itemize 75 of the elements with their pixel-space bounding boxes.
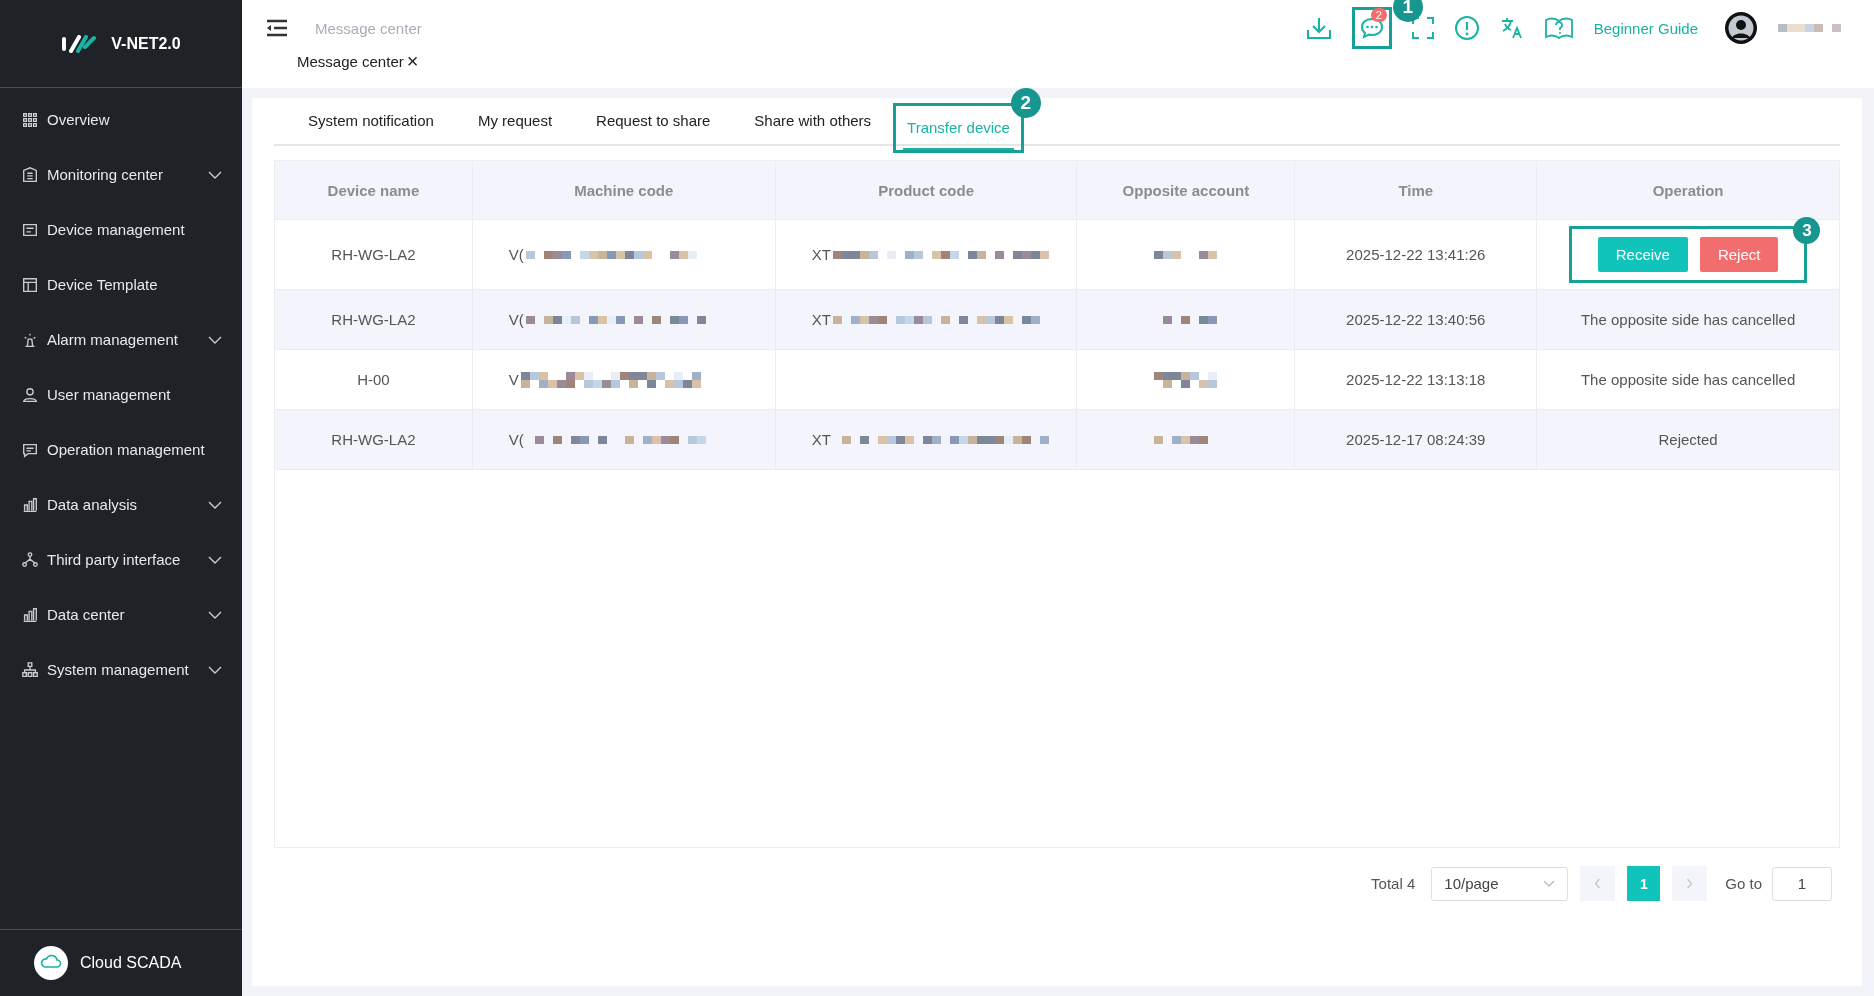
- page-size-select[interactable]: 10/page: [1431, 866, 1569, 901]
- menu-icon[interactable]: [266, 19, 288, 37]
- table-cell: RH-WG-LA2: [331, 311, 416, 328]
- goto-label: Go to: [1725, 875, 1762, 892]
- cloud-icon: [34, 946, 68, 980]
- tab[interactable]: System notification: [286, 98, 456, 144]
- table-cell: RH-WG-LA2: [331, 246, 416, 263]
- table-cell: H-00: [357, 371, 390, 388]
- table-cell: 2025-12-17 08:24:39: [1346, 431, 1486, 448]
- menu-item-icon: [21, 275, 39, 294]
- sidebar-item[interactable]: Monitoring center: [0, 147, 242, 202]
- menu-item-icon: [21, 605, 39, 624]
- menu-item-icon: [21, 110, 39, 129]
- column-header: Opposite account: [1077, 161, 1296, 219]
- page-tag[interactable]: Message center×: [297, 51, 422, 71]
- fullscreen-icon[interactable]: [1411, 17, 1434, 39]
- chevron-down-icon: [208, 610, 222, 619]
- chevron-down-icon: [208, 170, 222, 179]
- sidebar-item[interactable]: User management: [0, 367, 242, 422]
- menu-item-icon: [21, 385, 39, 404]
- chevron-down-icon: [208, 555, 222, 564]
- table-cell: V: [508, 371, 519, 388]
- menu-item-icon: [21, 660, 39, 679]
- menu-item-icon: [21, 550, 39, 569]
- status-text: Rejected: [1658, 431, 1718, 448]
- pixelated-redaction: [1154, 371, 1218, 388]
- download-icon[interactable]: [1305, 16, 1332, 40]
- sidebar-item[interactable]: Data center: [0, 587, 242, 642]
- table-cell: V(: [508, 246, 524, 263]
- menu-item-icon: [21, 165, 39, 184]
- table-cell: V(: [508, 311, 524, 328]
- annotation-badge: 2: [1010, 88, 1041, 118]
- sidebar-item[interactable]: Data analysis: [0, 477, 242, 532]
- chevron-down-icon: [208, 665, 222, 674]
- sidebar-item[interactable]: Alarm management: [0, 312, 242, 367]
- annotation-badge: 1: [1392, 0, 1423, 22]
- table-cell: XT: [811, 431, 831, 448]
- table-cell: V(: [508, 431, 524, 448]
- tab[interactable]: My request: [455, 98, 575, 144]
- table-cell: 2025-12-22 13:41:26: [1346, 246, 1486, 263]
- table-cell: 2025-12-22 13:13:18: [1346, 371, 1486, 388]
- column-header: Operation: [1651, 180, 1725, 201]
- chevron-down-icon: [208, 500, 222, 509]
- notification-badge: 2: [1370, 8, 1387, 22]
- sidebar-item[interactable]: Third party interface: [0, 532, 242, 587]
- logo-icon: [61, 34, 98, 53]
- logo-text: V-NET2.0: [111, 34, 181, 53]
- total-count: Total 4: [1371, 875, 1416, 892]
- info-icon[interactable]: [1453, 15, 1480, 41]
- table-cell: 2025-12-22 13:40:56: [1346, 311, 1486, 328]
- sidebar-item[interactable]: System management: [0, 642, 242, 697]
- page-input[interactable]: 1: [1772, 866, 1832, 901]
- status-text: The opposite side has cancelled: [1580, 371, 1796, 388]
- table-cell: XT: [811, 311, 831, 328]
- chevron-down-icon: [1543, 880, 1556, 887]
- column-header: Product code: [775, 161, 1078, 219]
- chevron-down-icon: [208, 335, 222, 344]
- help-book-icon[interactable]: [1543, 16, 1574, 40]
- sidebar-item[interactable]: Overview: [0, 92, 242, 147]
- column-header: Time: [1295, 161, 1538, 219]
- table-cell: XT: [811, 246, 831, 263]
- tab[interactable]: Request to share: [574, 98, 733, 144]
- column-header: Device name: [275, 161, 473, 219]
- column-header: Machine code: [472, 161, 776, 219]
- product-name: Cloud SCADA: [80, 954, 182, 972]
- annotation-badge: 3: [1793, 217, 1821, 244]
- avatar-icon[interactable]: [1724, 11, 1758, 45]
- translate-icon[interactable]: [1499, 16, 1524, 40]
- sidebar-item[interactable]: Device Template: [0, 257, 242, 312]
- sidebar-item[interactable]: Device management: [0, 202, 242, 257]
- tab[interactable]: Share with others: [732, 98, 894, 144]
- status-text: The opposite side has cancelled: [1580, 311, 1796, 328]
- menu-item-icon: [21, 495, 39, 514]
- sidebar-item[interactable]: Operation management: [0, 422, 242, 477]
- table-cell: RH-WG-LA2: [331, 431, 416, 448]
